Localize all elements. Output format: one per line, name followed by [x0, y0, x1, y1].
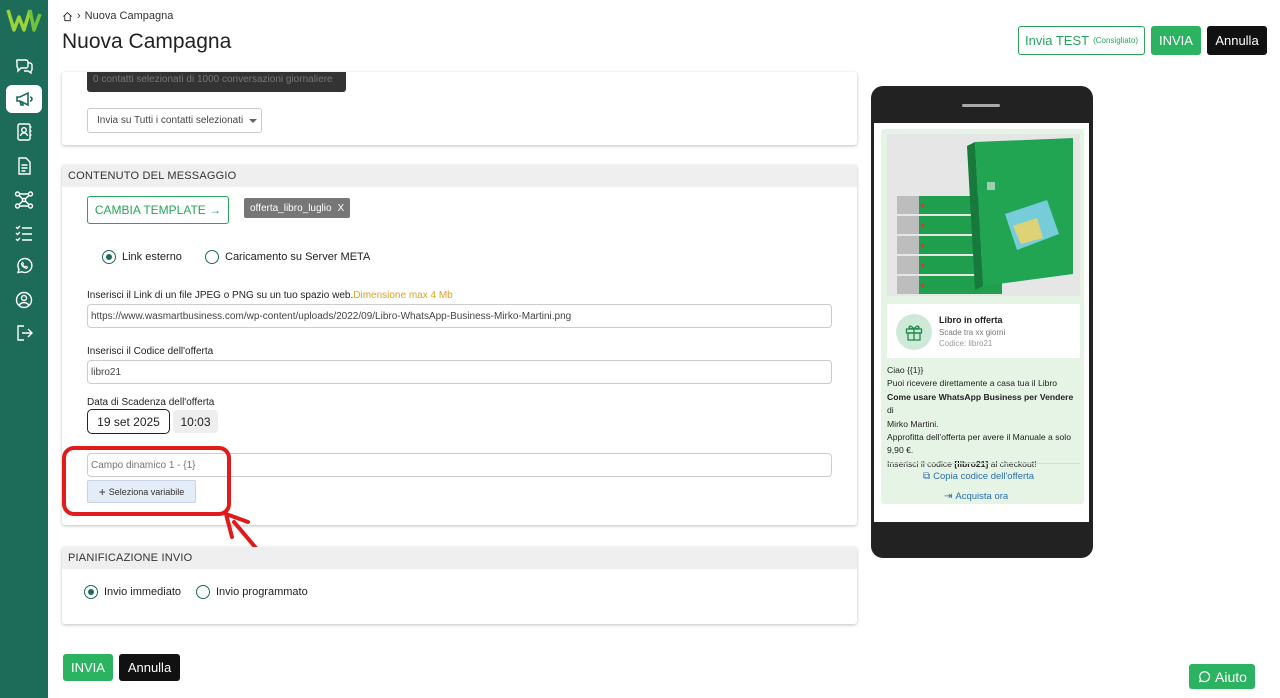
send-button-top[interactable]: INVIA: [1151, 26, 1201, 55]
radio-immediate-label: Invio immediato: [104, 586, 182, 598]
page-title: Nuova Campagna: [62, 30, 232, 53]
send-test-button[interactable]: Invia TEST (Consigliato): [1018, 26, 1145, 55]
dynamic-field-input[interactable]: [87, 453, 832, 477]
send-planning-panel: PIANIFICAZIONE INVIO Invio immediato Inv…: [62, 547, 857, 624]
enter-arrow-icon: ⇥: [944, 491, 953, 502]
radio-scheduled-label: Invio programmato: [216, 586, 308, 598]
expiry-label: Data di Scadenza dell'offerta: [87, 397, 215, 408]
template-chip-remove[interactable]: X: [338, 203, 345, 214]
sidebar-item-templates[interactable]: [6, 152, 42, 180]
sidebar-item-contacts[interactable]: [6, 118, 42, 146]
send-planning-header: PIANIFICAZIONE INVIO: [62, 547, 857, 569]
copy-code-link[interactable]: ⧉ Copia codice dell'offerta: [923, 471, 1034, 482]
sidebar: [0, 0, 48, 698]
expiry-time-input[interactable]: 10:03: [173, 410, 218, 433]
network-nodes-icon: [14, 191, 34, 209]
buy-now-link[interactable]: ⇥ Acquista ora: [944, 491, 1008, 502]
whatsapp-icon: [16, 257, 33, 274]
message-line: Approfitta dell'offerta per avere il Man…: [887, 432, 1071, 456]
select-variable-label: Seleziona variabile: [108, 486, 185, 497]
brand-logo-icon[interactable]: [6, 8, 42, 32]
message-content-header: CONTENUTO DEL MESSAGGIO: [62, 165, 857, 187]
message-suffix: di: [887, 405, 894, 416]
document-icon: [18, 157, 31, 175]
copy-code-label: Copia codice dell'offerta: [933, 471, 1035, 482]
send-test-hint: (Consigliato): [1093, 36, 1138, 45]
recipients-panel: 0 contatti selezionati di 1000 conversaz…: [62, 72, 857, 145]
radio-immediate-indicator[interactable]: [84, 585, 98, 599]
radio-external-link[interactable]: Link esterno: [102, 250, 182, 264]
contacts-count-tooltip: 0 contatti selezionati di 1000 conversaz…: [87, 72, 346, 92]
help-button[interactable]: Aiuto: [1189, 664, 1255, 689]
gift-icon: [896, 314, 932, 350]
change-template-button[interactable]: CAMBIA TEMPLATE →: [87, 196, 229, 224]
message-line: Puoi ricevere direttamente a casa tua il…: [887, 378, 1058, 389]
message-line: Mirko Martini.: [887, 418, 939, 429]
radio-meta-upload-label: Caricamento su Server META: [225, 251, 371, 263]
image-link-label: Inserisci il Link di un file JPEG o PNG …: [87, 290, 453, 301]
offer-code-preview: Codice: libro21: [939, 339, 993, 348]
offer-expiry: Scade tra xx giorni: [939, 328, 1006, 337]
phone-screen: Libro in offerta Scade tra xx giorni Cod…: [874, 123, 1089, 522]
cancel-button-top[interactable]: Annulla: [1207, 26, 1267, 55]
expiry-date-input[interactable]: 19 set 2025: [87, 409, 170, 434]
user-circle-icon: [15, 291, 33, 309]
message-greeting: Ciao {{1}}: [887, 365, 924, 375]
radio-meta-upload[interactable]: Caricamento su Server META: [205, 250, 370, 264]
book-cover-image: [887, 134, 1080, 296]
sidebar-item-automations[interactable]: [6, 186, 42, 214]
image-size-warning: Dimensione max 4 Mb: [353, 290, 453, 301]
address-book-icon: [17, 123, 32, 141]
message-bold-title: Come usare WhatsApp Business per Vendere: [887, 391, 1074, 402]
phone-preview: Libro in offerta Scade tra xx giorni Cod…: [871, 86, 1093, 558]
radio-external-link-label: Link esterno: [122, 251, 182, 263]
breadcrumb: › Nuova Campagna: [62, 10, 173, 22]
radio-meta-upload-indicator[interactable]: [205, 250, 219, 264]
message-body: Ciao {{1}} Puoi ricevere direttamente a …: [887, 364, 1082, 471]
offer-code-input[interactable]: [87, 360, 832, 384]
caret-down-icon: [249, 118, 258, 123]
radio-scheduled-indicator[interactable]: [196, 585, 210, 599]
send-to-all-label: Invia su Tutti i contatti selezionati: [97, 115, 244, 126]
chat-bubbles-icon: [16, 59, 33, 75]
offer-card: Libro in offerta Scade tra xx giorni Cod…: [887, 304, 1080, 358]
message-line: Come usare WhatsApp Business per Vendere…: [887, 391, 1082, 418]
breadcrumb-current: Nuova Campagna: [84, 10, 174, 22]
message-divider: [887, 463, 1080, 464]
offer-code-label: Inserisci il Codice dell'offerta: [87, 346, 214, 357]
sidebar-item-profile[interactable]: [6, 286, 42, 314]
message-content-panel: CONTENUTO DEL MESSAGGIO CAMBIA TEMPLATE …: [62, 165, 857, 525]
checklist-icon: [15, 225, 32, 242]
sidebar-item-logout[interactable]: [6, 319, 42, 347]
copy-icon: ⧉: [923, 471, 931, 482]
message-bubble: Libro in offerta Scade tra xx giorni Cod…: [881, 129, 1084, 504]
home-icon[interactable]: [62, 11, 73, 22]
breadcrumb-separator: ›: [77, 10, 81, 22]
sidebar-item-tasks[interactable]: [6, 219, 42, 247]
help-label: Aiuto: [1215, 668, 1247, 685]
send-test-label: Invia TEST: [1025, 33, 1090, 48]
radio-scheduled[interactable]: Invio programmato: [196, 585, 308, 599]
cancel-button-bottom[interactable]: Annulla: [119, 654, 180, 681]
phone-speaker: [962, 104, 1000, 107]
sidebar-item-whatsapp[interactable]: [6, 252, 42, 280]
sidebar-item-conversations[interactable]: [6, 52, 42, 80]
whatsapp-icon: [1198, 670, 1211, 682]
image-link-input[interactable]: [87, 304, 832, 328]
megaphone-icon: [16, 91, 33, 107]
plus-icon: +: [98, 484, 106, 499]
message-line: Inserisci il codice [libro21] al checkou…: [887, 458, 1082, 471]
template-chip-label: offerta_libro_luglio: [250, 202, 332, 214]
send-to-all-dropdown[interactable]: Invia su Tutti i contatti selezionati: [87, 108, 262, 133]
radio-external-link-indicator[interactable]: [102, 250, 116, 264]
image-link-label-text: Inserisci il Link di un file JPEG o PNG …: [87, 290, 354, 301]
radio-immediate[interactable]: Invio immediato: [84, 585, 181, 599]
logout-icon: [17, 325, 33, 341]
buy-now-label: Acquista ora: [955, 491, 1009, 502]
sidebar-item-campaigns[interactable]: [6, 85, 42, 113]
send-button-bottom[interactable]: INVIA: [63, 654, 113, 681]
select-variable-button[interactable]: + Seleziona variabile: [87, 480, 196, 503]
offer-title: Libro in offerta: [939, 315, 1003, 325]
template-chip: offerta_libro_luglio X: [244, 198, 351, 218]
